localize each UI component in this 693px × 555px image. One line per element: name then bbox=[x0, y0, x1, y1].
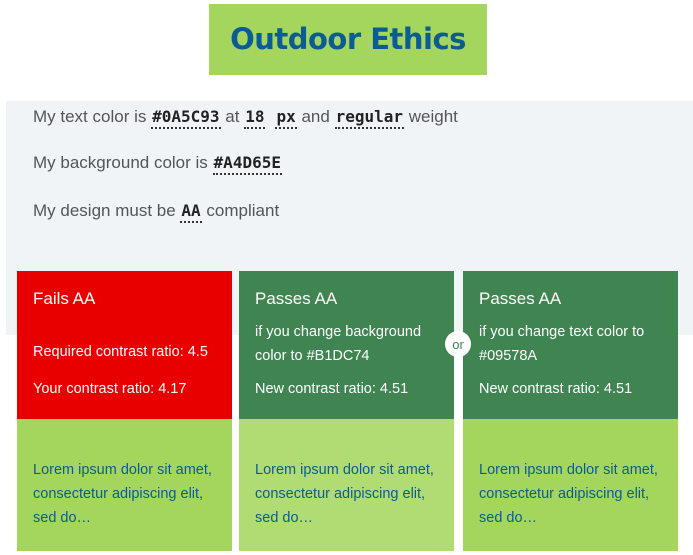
setting-label: weight bbox=[408, 107, 458, 126]
required-ratio: Required contrast ratio: 4.5 bbox=[33, 344, 208, 360]
setting-label: My background color is bbox=[33, 153, 208, 172]
logo-text: Outdoor Ethics bbox=[230, 21, 466, 56]
font-size-input[interactable]: 18 bbox=[244, 107, 266, 129]
text-color-setting: My text color is #0A5C93 at 18 px and reg… bbox=[33, 107, 458, 129]
contrast-ratio: New contrast ratio: 4.51 bbox=[479, 381, 633, 397]
font-weight-select[interactable]: regular bbox=[334, 107, 404, 129]
compliance-level-select[interactable]: AA bbox=[180, 201, 202, 223]
logo-preview: Outdoor Ethics bbox=[209, 4, 487, 75]
compliance-setting: My design must be AA compliant bbox=[33, 201, 280, 223]
setting-label: compliant bbox=[206, 201, 280, 220]
card-suggestion: if you change background color to #B1DC7… bbox=[255, 324, 422, 364]
contrast-ratio: New contrast ratio: 4.51 bbox=[255, 381, 409, 397]
result-card-fail: Fails AA Required contrast ratio: 4.5 Yo… bbox=[17, 271, 232, 551]
contrast-ratio: Your contrast ratio: 4.17 bbox=[33, 381, 187, 397]
card-suggestion: if you change text color to #09578A bbox=[479, 324, 645, 364]
card-title: Passes AA bbox=[479, 289, 562, 308]
result-card-background-fix: Passes AA if you change background color… bbox=[239, 271, 454, 551]
card-title: Fails AA bbox=[33, 289, 96, 308]
setting-label: and bbox=[301, 107, 330, 126]
setting-label: My design must be bbox=[33, 201, 176, 220]
card-title: Passes AA bbox=[255, 289, 338, 308]
background-color-input[interactable]: #A4D65E bbox=[212, 153, 282, 175]
preview-text: Lorem ipsum dolor sit amet, consectetur … bbox=[255, 462, 434, 526]
preview-text: Lorem ipsum dolor sit amet, consectetur … bbox=[479, 462, 658, 526]
text-color-input[interactable]: #0A5C93 bbox=[151, 107, 221, 129]
or-divider: or bbox=[445, 331, 471, 357]
background-color-setting: My background color is #A4D65E bbox=[33, 153, 282, 175]
font-unit-select[interactable]: px bbox=[275, 107, 297, 129]
result-card-text-fix: Passes AA if you change text color to #0… bbox=[463, 271, 678, 551]
setting-label: My text color is bbox=[33, 107, 147, 126]
preview-text: Lorem ipsum dolor sit amet, consectetur … bbox=[33, 462, 212, 526]
setting-label: at bbox=[225, 107, 240, 126]
